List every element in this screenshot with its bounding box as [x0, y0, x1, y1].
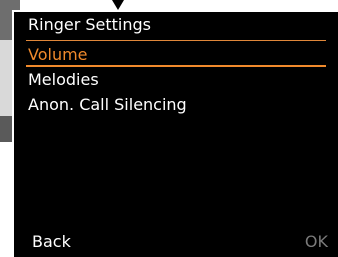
ringer-settings-menu: Volume Melodies Anon. Call Silencing [14, 42, 338, 117]
screen-title: Ringer Settings [28, 15, 151, 34]
menu-item-anon-call-silencing[interactable]: Anon. Call Silencing [14, 92, 338, 117]
menu-item-label: Melodies [28, 70, 99, 89]
softkey-bar: Back OK [14, 227, 338, 257]
back-softkey[interactable]: Back [32, 231, 71, 253]
background-panel [0, 142, 12, 257]
menu-item-melodies[interactable]: Melodies [14, 67, 338, 92]
phone-display: Ringer Settings Volume Melodies Anon. Ca… [12, 10, 338, 257]
callout-pointer-icon [112, 0, 124, 10]
title-divider [26, 40, 326, 41]
menu-item-label: Volume [28, 45, 88, 64]
menu-item-volume[interactable]: Volume [14, 42, 338, 67]
ok-softkey[interactable]: OK [305, 231, 328, 253]
menu-item-label: Anon. Call Silencing [28, 95, 187, 114]
stage: Ringer Settings Volume Melodies Anon. Ca… [0, 0, 338, 257]
